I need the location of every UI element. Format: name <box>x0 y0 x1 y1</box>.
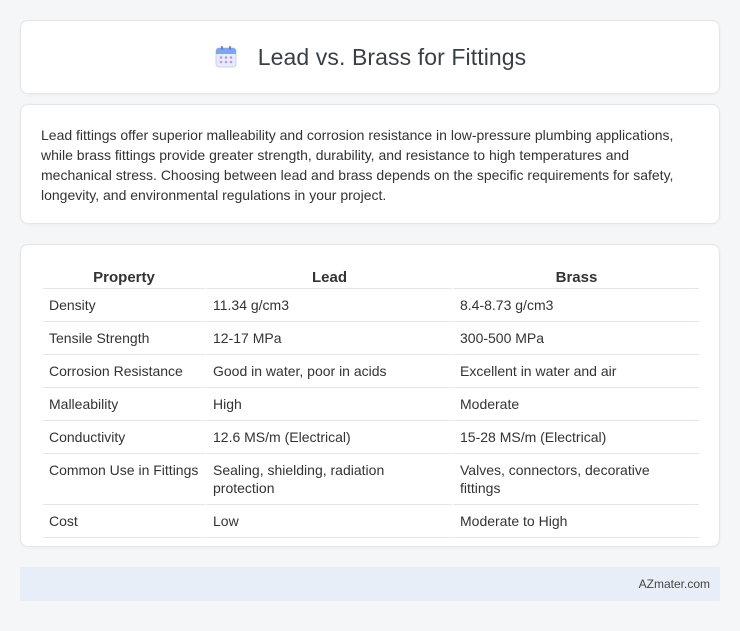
comparison-table: Property Lead Brass Density 11.34 g/cm3 … <box>43 265 699 538</box>
table-row: Common Use in Fittings Sealing, shieldin… <box>43 454 699 505</box>
cell-lead: High <box>205 388 452 421</box>
calendar-icon <box>215 46 237 68</box>
cell-property: Conductivity <box>43 421 205 454</box>
title-wrap: Lead vs. Brass for Fittings <box>214 44 527 71</box>
summary-card: Lead fittings offer superior malleabilit… <box>20 104 720 224</box>
table-row: Density 11.34 g/cm3 8.4-8.73 g/cm3 <box>43 289 699 322</box>
cell-lead: Sealing, shielding, radiation protection <box>205 454 452 505</box>
header-property: Property <box>43 265 205 289</box>
header-brass: Brass <box>452 265 699 289</box>
cell-property: Corrosion Resistance <box>43 355 205 388</box>
cell-property: Malleability <box>43 388 205 421</box>
cell-brass: 8.4-8.73 g/cm3 <box>452 289 699 322</box>
comparison-card: Property Lead Brass Density 11.34 g/cm3 … <box>20 244 720 547</box>
title-card: Lead vs. Brass for Fittings <box>20 20 720 94</box>
cell-brass: Excellent in water and air <box>452 355 699 388</box>
cell-property: Cost <box>43 505 205 538</box>
table-row: Malleability High Moderate <box>43 388 699 421</box>
cell-brass: Moderate to High <box>452 505 699 538</box>
cell-property: Density <box>43 289 205 322</box>
table-row: Corrosion Resistance Good in water, poor… <box>43 355 699 388</box>
cell-brass: Valves, connectors, decorative fittings <box>452 454 699 505</box>
footer-site-link[interactable]: AZmater.com <box>639 577 710 591</box>
cell-lead: Low <box>205 505 452 538</box>
cell-lead: 12-17 MPa <box>205 322 452 355</box>
table-row: Conductivity 12.6 MS/m (Electrical) 15-2… <box>43 421 699 454</box>
cell-brass: 15-28 MS/m (Electrical) <box>452 421 699 454</box>
page-title: Lead vs. Brass for Fittings <box>257 43 527 70</box>
table-header-row: Property Lead Brass <box>43 265 699 289</box>
cell-brass: Moderate <box>452 388 699 421</box>
header-lead: Lead <box>205 265 452 289</box>
cell-lead: 11.34 g/cm3 <box>205 289 452 322</box>
table-row: Tensile Strength 12-17 MPa 300-500 MPa <box>43 322 699 355</box>
footer: AZmater.com <box>20 567 720 601</box>
cell-lead: 12.6 MS/m (Electrical) <box>205 421 452 454</box>
cell-lead: Good in water, poor in acids <box>205 355 452 388</box>
cell-property: Tensile Strength <box>43 322 205 355</box>
cell-brass: 300-500 MPa <box>452 322 699 355</box>
cell-property: Common Use in Fittings <box>43 454 205 505</box>
table-row: Cost Low Moderate to High <box>43 505 699 538</box>
summary-text: Lead fittings offer superior malleabilit… <box>41 127 674 203</box>
